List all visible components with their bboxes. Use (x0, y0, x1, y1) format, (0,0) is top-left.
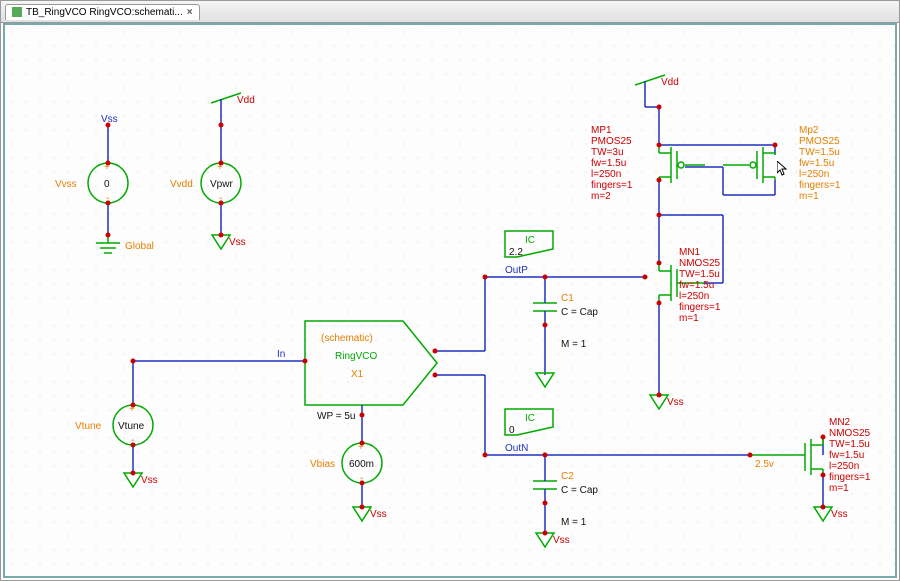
svg-text:l=250n: l=250n (679, 291, 709, 302)
cap-c2[interactable]: C2 C = Cap M = 1 (533, 471, 598, 528)
block-name: RingVCO (335, 351, 377, 362)
vss-lbl-4: Vss (553, 535, 570, 546)
vsrc-vvdd[interactable]: Vpwr Vvdd + - (170, 162, 241, 204)
probe-label: 2.5v (755, 459, 774, 470)
vtune-name: Vtune (75, 421, 102, 432)
svg-text:TW=1.5u: TW=1.5u (829, 439, 870, 450)
svg-text:Mp2: Mp2 (799, 125, 819, 136)
svg-text:fw=1.5u: fw=1.5u (799, 158, 834, 169)
vsrc-vbias[interactable]: 600m Vbias + - (310, 442, 382, 484)
app-window: TB_RingVCO RingVCO:schemati... × (0, 0, 900, 581)
svg-text:l=250n: l=250n (829, 461, 859, 472)
svg-text:TW=1.5u: TW=1.5u (799, 147, 840, 158)
svg-text:m=1: m=1 (679, 313, 699, 324)
schematic-svg: Vdd Vdd Vss Vss Vss Vss Vss Vss (5, 25, 897, 578)
gnd-arrow-3 (536, 373, 554, 387)
svg-text:MN1: MN1 (679, 247, 701, 258)
svg-text:NMOS25: NMOS25 (679, 258, 721, 269)
svg-text:fingers=1: fingers=1 (679, 302, 721, 313)
vtune-comp: Vtune (118, 421, 145, 432)
mp1-labels: MP1 PMOS25 TW=3u fw=1.5u l=250n fingers=… (591, 125, 633, 202)
vss-lbl-0: Vss (229, 237, 246, 248)
svg-text:C = Cap: C = Cap (561, 485, 598, 496)
svg-text:TW=3u: TW=3u (591, 147, 624, 158)
vss-lbl-5: Vss (831, 509, 848, 520)
schematic-file-icon (12, 7, 22, 17)
svg-text:M = 1: M = 1 (561, 339, 587, 350)
vvss-val: 0 (104, 179, 110, 190)
vss-lbl-3: Vss (667, 397, 684, 408)
svg-text:fingers=1: fingers=1 (591, 180, 633, 191)
schematic-canvas[interactable]: Vdd Vdd Vss Vss Vss Vss Vss Vss (3, 23, 897, 578)
tab-title: TB_RingVCO RingVCO:schemati... (26, 7, 183, 18)
ic-flag-outn[interactable]: IC 0 (505, 409, 553, 436)
gnd-earth (96, 235, 120, 253)
svg-text:NMOS25: NMOS25 (829, 428, 871, 439)
vss-lbl-2: Vss (370, 509, 387, 520)
svg-text:C1: C1 (561, 293, 574, 304)
svg-text:MP1: MP1 (591, 125, 612, 136)
block-ringvco[interactable]: (schematic) RingVCO X1 WP = 5u (305, 321, 437, 422)
svg-text:l=250n: l=250n (799, 169, 829, 180)
mn1-labels: MN1 NMOS25 TW=1.5u fw=1.5u l=250n finger… (679, 247, 721, 324)
svg-text:PMOS25: PMOS25 (799, 136, 840, 147)
vsrc-vvss[interactable]: 0 Vvss + - (55, 162, 128, 204)
svg-text:IC: IC (525, 235, 535, 246)
svg-text:PMOS25: PMOS25 (591, 136, 632, 147)
svg-text:fw=1.5u: fw=1.5u (679, 280, 714, 291)
vvss-name: Vvss (55, 179, 77, 190)
block-kind: (schematic) (321, 333, 373, 344)
svg-text:MN2: MN2 (829, 417, 851, 428)
vss-lbl-1: Vss (141, 475, 158, 486)
svg-text:m=1: m=1 (829, 483, 849, 494)
svg-text:m=1: m=1 (799, 191, 819, 202)
net-in: In (277, 349, 285, 360)
svg-text:2.2: 2.2 (509, 247, 523, 258)
cap-c1[interactable]: C1 C = Cap M = 1 (533, 293, 598, 350)
block-param: WP = 5u (317, 411, 355, 422)
mp2-labels: Mp2 PMOS25 TW=1.5u fw=1.5u l=250n finger… (799, 125, 841, 202)
vdd-symbol-0: Vdd (211, 93, 255, 125)
svg-text:fw=1.5u: fw=1.5u (591, 158, 626, 169)
svg-text:fingers=1: fingers=1 (829, 472, 871, 483)
tab-close-icon[interactable]: × (187, 7, 193, 18)
global-lbl: Global (125, 241, 154, 252)
tab-bar: TB_RingVCO RingVCO:schemati... × (1, 1, 899, 23)
net-outn: OutN (505, 443, 528, 454)
mos-mp2[interactable] (723, 147, 775, 183)
net-vdd-1: Vdd (661, 77, 679, 88)
svg-text:C = Cap: C = Cap (561, 307, 598, 318)
vdd-symbol-1: Vdd (635, 75, 679, 107)
vsrc-vtune[interactable]: Vtune Vtune + - (75, 404, 153, 446)
mos-mp1[interactable] (659, 145, 705, 183)
vbias-val: 600m (349, 459, 374, 470)
vvdd-name: Vvdd (170, 179, 193, 190)
net-vdd-0: Vdd (237, 95, 255, 106)
svg-text:0: 0 (509, 425, 515, 436)
vvdd-comp: Vpwr (210, 179, 233, 190)
svg-text:IC: IC (525, 413, 535, 424)
svg-text:m=2: m=2 (591, 191, 611, 202)
net-outp: OutP (505, 265, 528, 276)
mn2-labels: MN2 NMOS25 TW=1.5u fw=1.5u l=250n finger… (829, 417, 871, 494)
svg-text:l=250n: l=250n (591, 169, 621, 180)
svg-text:M = 1: M = 1 (561, 517, 587, 528)
svg-text:fingers=1: fingers=1 (799, 180, 841, 191)
block-inst: X1 (351, 369, 364, 380)
svg-text:TW=1.5u: TW=1.5u (679, 269, 720, 280)
svg-text:fw=1.5u: fw=1.5u (829, 450, 864, 461)
ic-flag-outp[interactable]: IC 2.2 (505, 231, 553, 258)
tab-schematic[interactable]: TB_RingVCO RingVCO:schemati... × (5, 4, 200, 20)
vbias-name: Vbias (310, 459, 335, 470)
svg-text:C2: C2 (561, 471, 574, 482)
